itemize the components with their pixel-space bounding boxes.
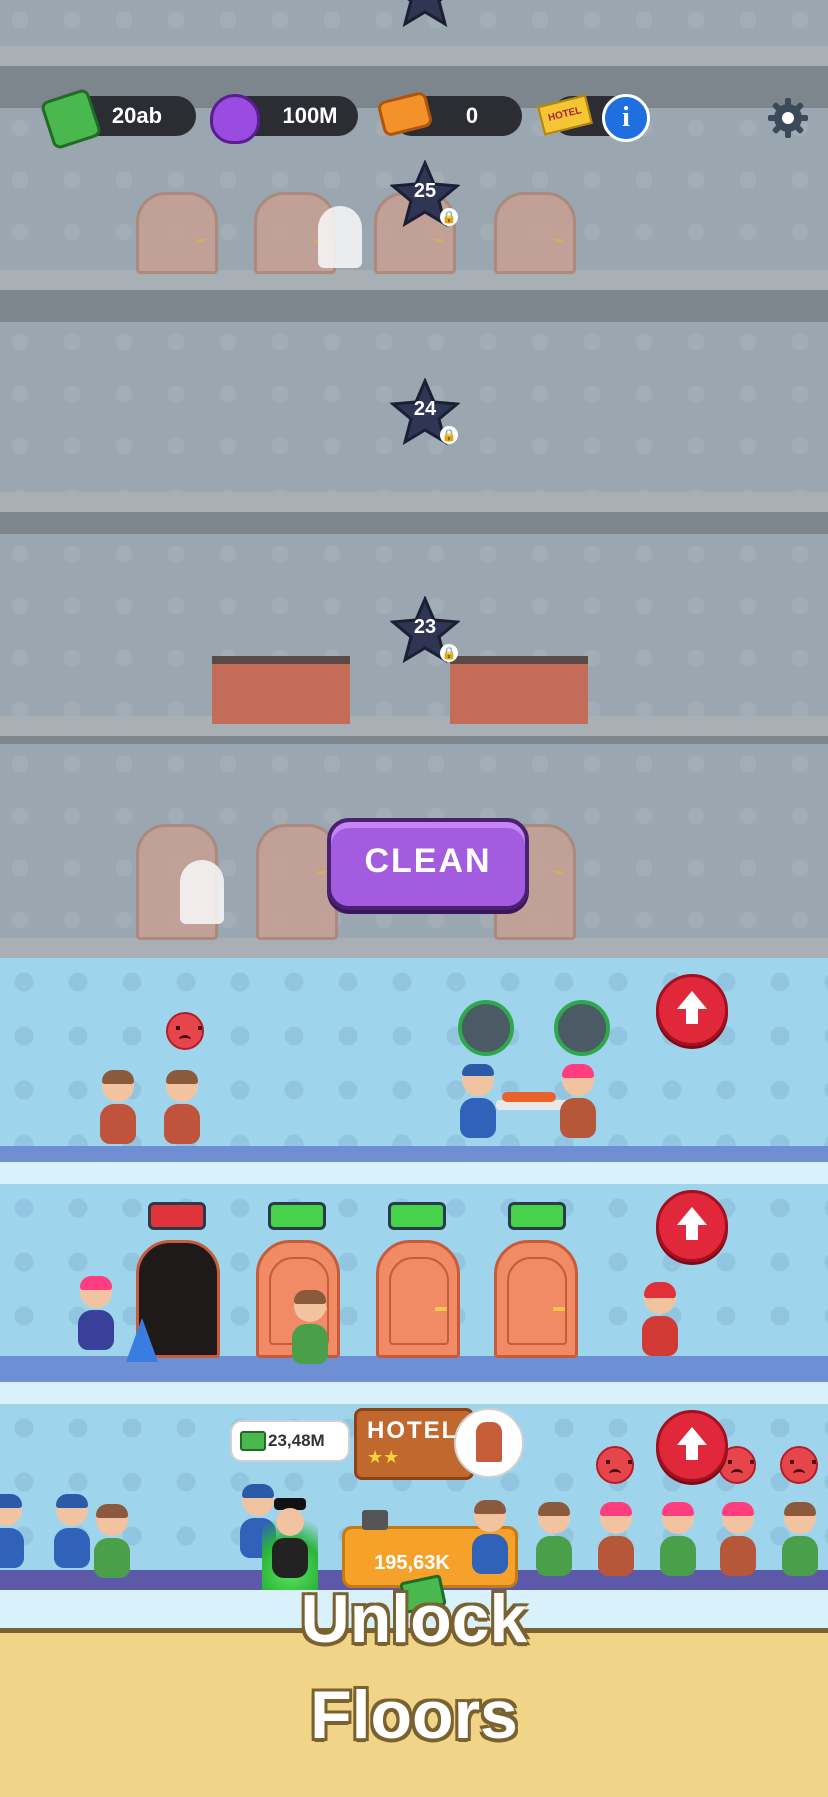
floor-ledge bbox=[0, 46, 828, 66]
progress-ring bbox=[554, 1000, 610, 1056]
info-icon[interactable]: i bbox=[602, 94, 650, 142]
lock-icon: 🔒 bbox=[440, 644, 458, 662]
floor-base bbox=[0, 1356, 828, 1382]
progress-ring bbox=[458, 1000, 514, 1056]
ghost-icon bbox=[318, 206, 362, 268]
receptionist-character bbox=[470, 1500, 510, 1576]
floor-ledge bbox=[0, 716, 828, 736]
floor-divider bbox=[0, 736, 828, 744]
floor-23-star[interactable]: 23 🔒 bbox=[389, 595, 461, 666]
bellboy-character bbox=[0, 1494, 26, 1570]
floor-base bbox=[0, 1146, 828, 1162]
guest-character bbox=[596, 1502, 636, 1578]
room-door[interactable] bbox=[376, 1240, 460, 1358]
guest-character bbox=[92, 1504, 132, 1580]
gem-icon bbox=[210, 94, 260, 144]
bellboy-character bbox=[52, 1494, 92, 1570]
room-status-light bbox=[388, 1202, 446, 1230]
upgrade-button[interactable] bbox=[656, 974, 728, 1046]
guest-character bbox=[76, 1276, 116, 1352]
tickets-value: 0 bbox=[465, 103, 479, 128]
guest-character bbox=[780, 1502, 820, 1578]
manager-character bbox=[262, 1498, 318, 1590]
angry-face-icon bbox=[780, 1446, 818, 1484]
floor-number: 23 bbox=[413, 616, 437, 638]
bed-block bbox=[450, 656, 588, 724]
floor-separator bbox=[0, 1382, 828, 1404]
locked-door bbox=[494, 192, 576, 274]
floor-25-star[interactable]: 25 🔒 bbox=[389, 159, 461, 230]
upgrade-button[interactable] bbox=[656, 1410, 728, 1482]
floor-divider bbox=[0, 290, 828, 322]
cash-bubble[interactable]: 23,48M bbox=[230, 1420, 350, 1462]
clean-button[interactable]: CLEAN bbox=[327, 818, 529, 910]
room-status-light bbox=[268, 1202, 326, 1230]
banner-title-line1: Unlock bbox=[300, 1581, 528, 1657]
angry-face-icon bbox=[166, 1012, 204, 1050]
gear-icon[interactable] bbox=[766, 96, 810, 140]
floor-separator bbox=[0, 1162, 828, 1184]
cash-bubble-icon bbox=[240, 1431, 266, 1451]
room-status-light bbox=[508, 1202, 566, 1230]
bed-block bbox=[212, 656, 350, 724]
food-plate bbox=[502, 1092, 556, 1102]
desk-earnings: 195,63K bbox=[374, 1552, 450, 1574]
hotel-sign-title: HOTEL bbox=[367, 1417, 459, 1444]
room-status-light bbox=[148, 1202, 206, 1230]
banner-title-line2: Floors bbox=[310, 1677, 518, 1753]
floor-ledge bbox=[0, 938, 828, 958]
waiter-character bbox=[458, 1064, 498, 1140]
floor-divider bbox=[0, 512, 828, 534]
angry-face-icon bbox=[596, 1446, 634, 1484]
guest-character bbox=[658, 1502, 698, 1578]
floor-ledge bbox=[0, 492, 828, 512]
ghost-icon bbox=[180, 860, 224, 924]
door-icon bbox=[476, 1422, 502, 1462]
lock-icon: 🔒 bbox=[440, 426, 458, 444]
hotel-sign-stars: ★★ bbox=[367, 1447, 400, 1467]
floor-number: 24 bbox=[413, 398, 437, 420]
door-speech-bubble[interactable] bbox=[454, 1408, 524, 1478]
guest-character bbox=[534, 1502, 574, 1578]
room-door[interactable] bbox=[494, 1240, 578, 1358]
cash-bubble-value: 23,48M bbox=[268, 1431, 325, 1450]
guest-character bbox=[162, 1070, 202, 1146]
locked-door bbox=[136, 192, 218, 274]
guest-character bbox=[558, 1064, 598, 1140]
bellboy-character bbox=[640, 1282, 680, 1358]
floor-star-badge bbox=[390, 0, 460, 30]
locked-door bbox=[256, 824, 338, 940]
guest-character bbox=[98, 1070, 138, 1146]
cash-value: 20ab bbox=[111, 103, 163, 128]
guest-character bbox=[718, 1502, 758, 1578]
floor-24-star[interactable]: 24 🔒 bbox=[389, 377, 461, 448]
floor-number: 25 bbox=[413, 180, 437, 202]
gems-value: 100M bbox=[282, 103, 338, 128]
desk-computer bbox=[362, 1510, 388, 1530]
guest-character bbox=[290, 1290, 330, 1366]
lock-icon: 🔒 bbox=[440, 208, 458, 226]
upgrade-button[interactable] bbox=[656, 1190, 728, 1262]
